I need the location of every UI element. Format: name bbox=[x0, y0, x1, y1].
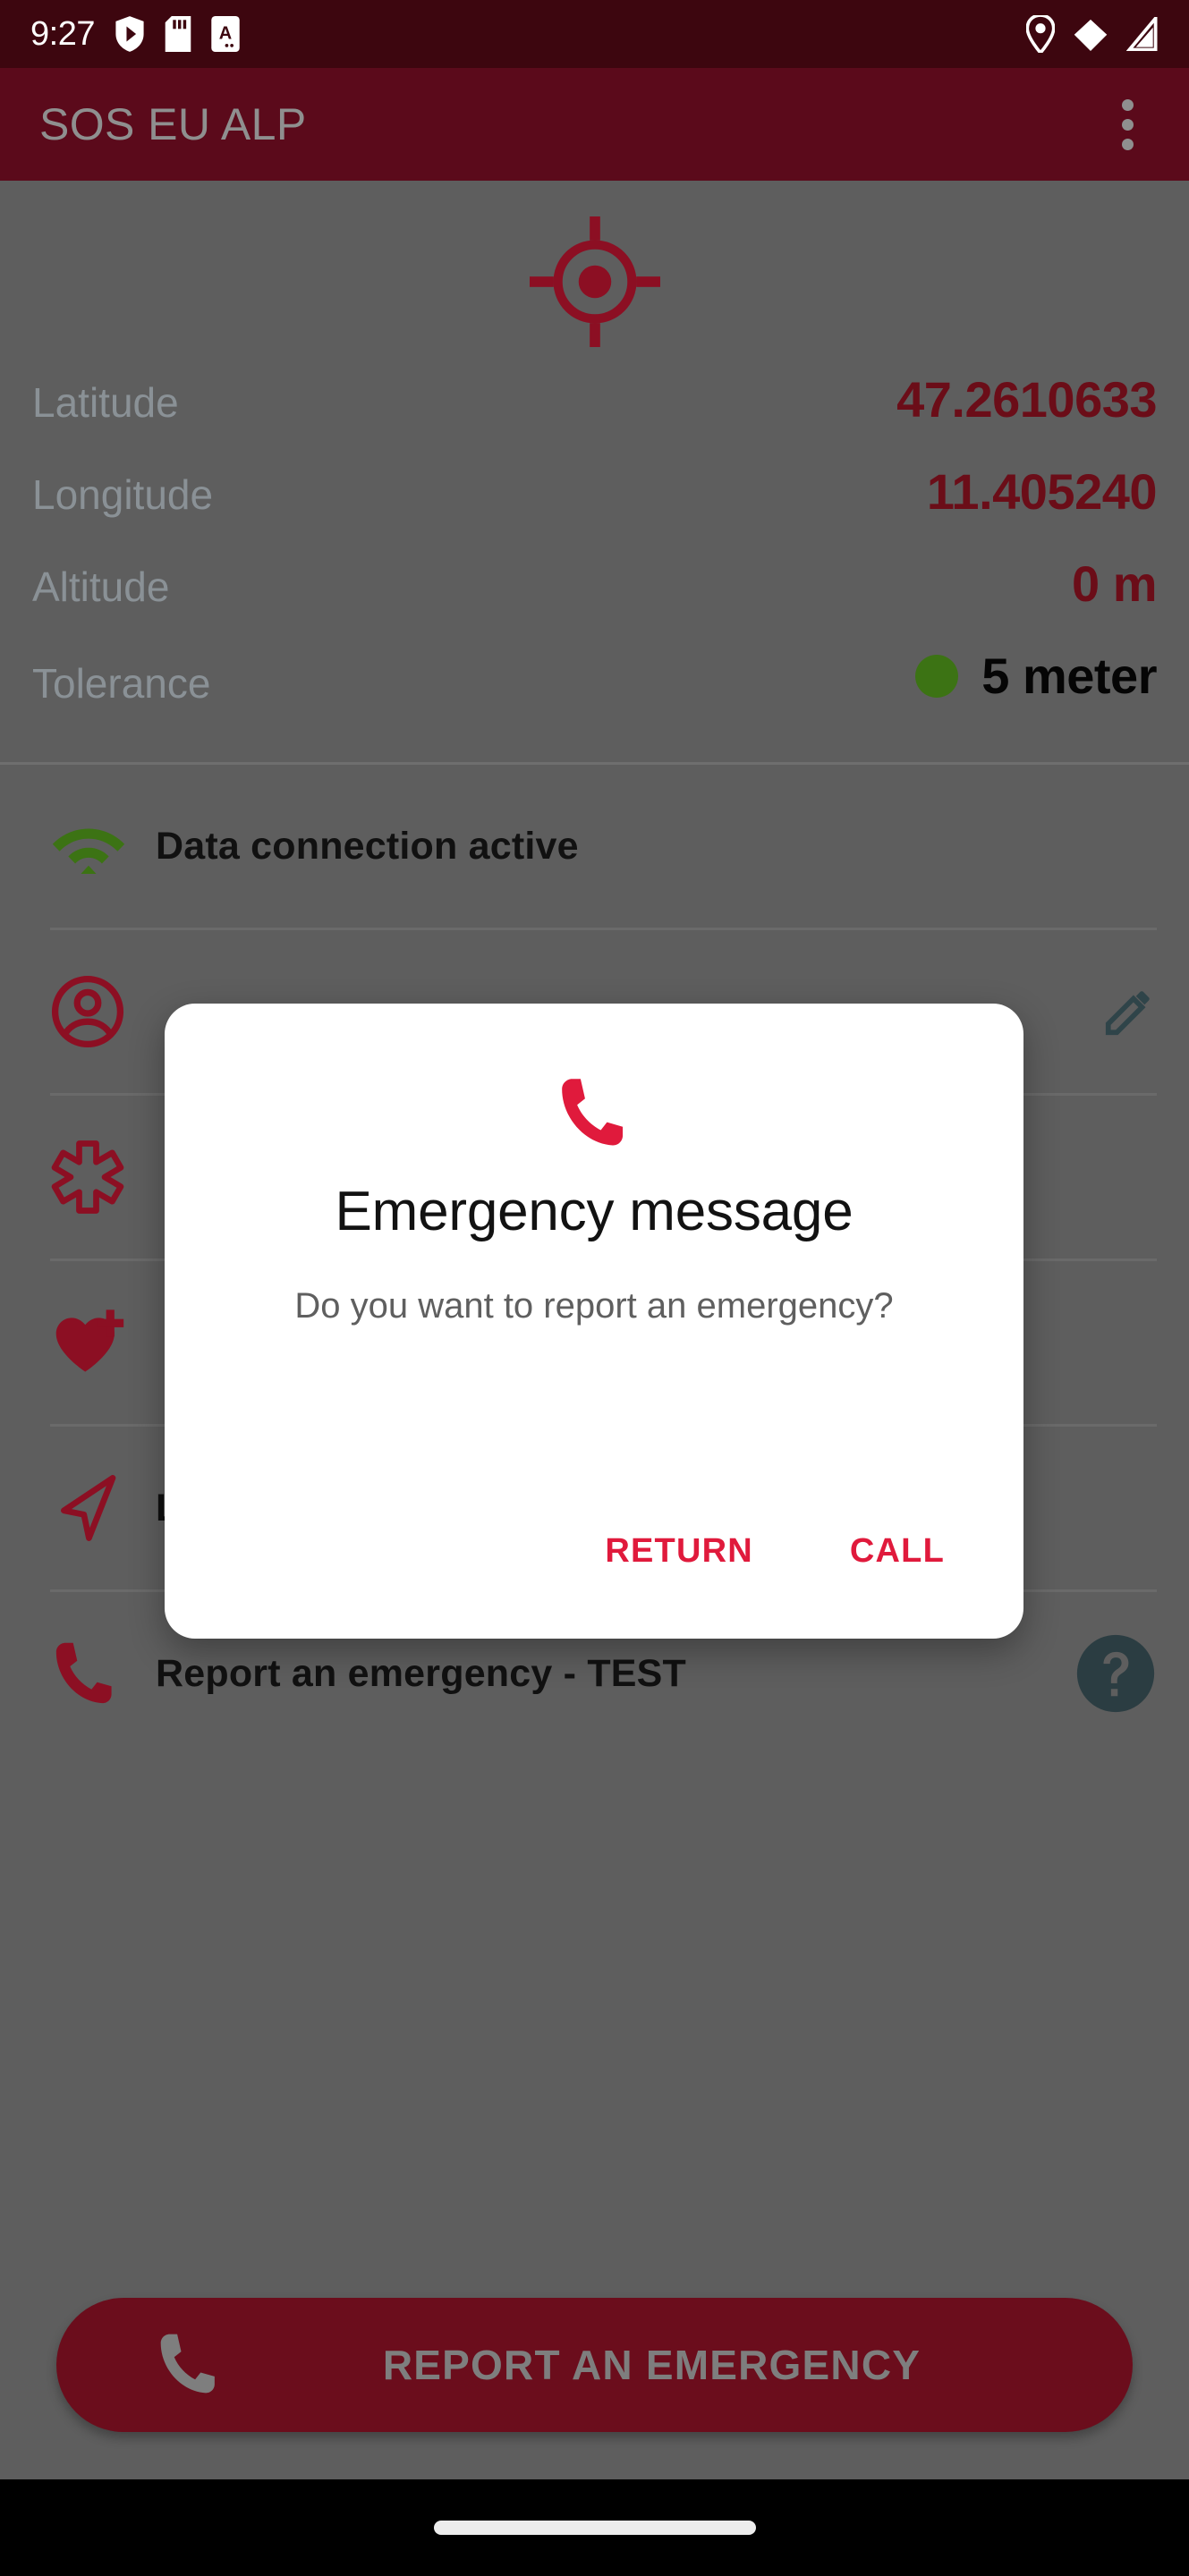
status-bar-left: 9:27 A bbox=[30, 16, 240, 52]
call-button[interactable]: CALL bbox=[841, 1518, 954, 1585]
latitude-label: Latitude bbox=[32, 379, 179, 426]
list-item-data-connection[interactable]: Data connection active bbox=[0, 765, 1189, 928]
accuracy-status-dot bbox=[915, 654, 959, 698]
emergency-message-dialog: Emergency message Do you want to report … bbox=[165, 1004, 1023, 1639]
phone-icon bbox=[155, 2329, 225, 2402]
overflow-dot bbox=[1121, 118, 1134, 131]
status-bar: 9:27 A bbox=[0, 0, 1189, 68]
app-title: SOS EU ALP bbox=[39, 99, 307, 149]
overflow-menu-button[interactable] bbox=[1096, 93, 1159, 156]
list-item-label: Report an emergency - TEST bbox=[156, 1651, 687, 1695]
gps-card: Latitude 47.2610633 Longitude 11.405240 … bbox=[0, 181, 1189, 762]
coordinate-list: Latitude 47.2610633 Longitude 11.405240 … bbox=[0, 370, 1189, 762]
wifi-icon bbox=[50, 818, 136, 875]
report-emergency-label: REPORT AN EMERGENCY bbox=[382, 2342, 921, 2388]
list-item-label: Data connection active bbox=[156, 824, 579, 868]
wifi-icon bbox=[1074, 19, 1108, 51]
longitude-label: Longitude bbox=[32, 471, 214, 518]
report-emergency-cta-wrap: REPORT AN EMERGENCY bbox=[0, 2298, 1189, 2432]
longitude-value: 11.405240 bbox=[926, 463, 1158, 520]
gps-target-icon-wrap bbox=[0, 216, 1189, 347]
phone-icon bbox=[50, 1638, 136, 1709]
edit-pencil-icon[interactable] bbox=[1101, 984, 1157, 1039]
coordinate-row-latitude: Latitude 47.2610633 bbox=[32, 370, 1157, 462]
system-nav-bar bbox=[0, 2479, 1189, 2576]
location-pin-icon bbox=[1026, 15, 1055, 53]
phone-call-icon bbox=[555, 1073, 633, 1157]
altitude-label: Altitude bbox=[32, 564, 170, 610]
play-protect-shield-icon bbox=[115, 16, 144, 52]
svg-text:A: A bbox=[219, 24, 232, 44]
status-bar-right bbox=[1026, 15, 1159, 53]
tolerance-value: 5 meter bbox=[981, 648, 1157, 704]
caps-lock-a-icon: A bbox=[211, 16, 240, 52]
help-circle-icon[interactable] bbox=[1074, 1632, 1157, 1715]
report-emergency-button[interactable]: REPORT AN EMERGENCY bbox=[56, 2298, 1133, 2432]
coordinate-row-longitude: Longitude 11.405240 bbox=[32, 462, 1158, 555]
altitude-value: 0 m bbox=[1072, 555, 1158, 612]
dialog-actions: RETURN CALL bbox=[165, 1518, 1023, 1639]
return-button[interactable]: RETURN bbox=[596, 1518, 762, 1585]
coordinate-row-tolerance: Tolerance 5 meter bbox=[32, 647, 1157, 739]
tolerance-label: Tolerance bbox=[32, 659, 211, 707]
sd-card-icon bbox=[165, 16, 191, 52]
status-bar-clock: 9:27 bbox=[30, 15, 95, 53]
overflow-dot bbox=[1121, 138, 1134, 150]
navigation-arrow-icon bbox=[50, 1470, 136, 1546]
dialog-message: Do you want to report an emergency? bbox=[294, 1286, 894, 1326]
app-bar: SOS EU ALP bbox=[0, 68, 1189, 181]
account-circle-icon bbox=[50, 974, 136, 1049]
heart-plus-icon bbox=[50, 1309, 136, 1377]
dialog-title: Emergency message bbox=[335, 1181, 854, 1242]
overflow-dot bbox=[1121, 98, 1134, 111]
latitude-value: 47.2610633 bbox=[896, 371, 1157, 428]
medical-star-icon bbox=[50, 1140, 136, 1215]
gps-fixed-icon bbox=[529, 216, 660, 347]
cellular-signal-icon bbox=[1126, 17, 1158, 51]
tolerance-value-wrap: 5 meter bbox=[915, 647, 1157, 705]
home-gesture-pill[interactable] bbox=[433, 2521, 756, 2535]
coordinate-row-altitude: Altitude 0 m bbox=[32, 555, 1158, 647]
